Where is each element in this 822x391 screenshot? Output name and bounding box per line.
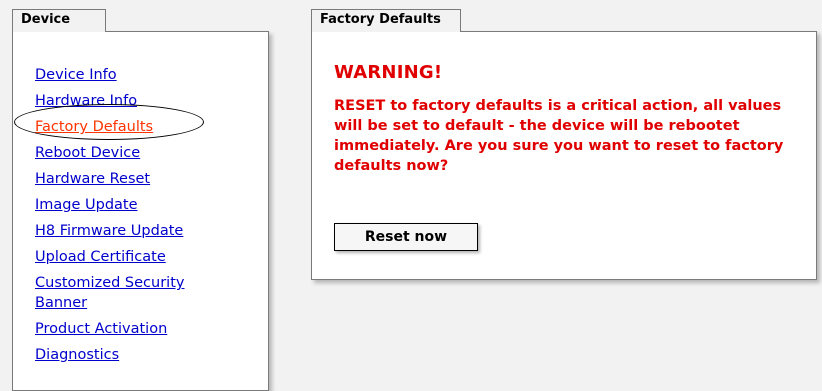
tab-factory-defaults-label: Factory Defaults (320, 12, 441, 27)
device-menu: Device Info Hardware Info Factory Defaul… (35, 62, 235, 368)
menu-link-diagnostics[interactable]: Diagnostics (35, 342, 235, 368)
reset-now-button[interactable]: Reset now (334, 223, 478, 251)
tab-device[interactable]: Device (12, 9, 106, 32)
menu-link-hardware-info[interactable]: Hardware Info (35, 88, 235, 114)
factory-defaults-panel: WARNING! RESET to factory defaults is a … (311, 31, 817, 280)
menu-link-image-update[interactable]: Image Update (35, 192, 235, 218)
menu-link-reboot-device[interactable]: Reboot Device (35, 140, 235, 166)
menu-link-device-info[interactable]: Device Info (35, 62, 235, 88)
device-menu-panel: Device Info Hardware Info Factory Defaul… (12, 31, 269, 391)
tab-factory-defaults[interactable]: Factory Defaults (311, 9, 461, 32)
tab-device-label: Device (21, 12, 71, 27)
warning-title: WARNING! (334, 62, 443, 83)
menu-link-hardware-reset[interactable]: Hardware Reset (35, 166, 235, 192)
warning-message: RESET to factory defaults is a critical … (334, 98, 784, 174)
menu-link-factory-defaults[interactable]: Factory Defaults (35, 114, 235, 140)
menu-link-product-activation[interactable]: Product Activation (35, 316, 235, 342)
menu-link-customized-security-banner[interactable]: Customized Security Banner (35, 270, 235, 316)
menu-link-upload-certificate[interactable]: Upload Certificate (35, 244, 235, 270)
menu-link-h8-firmware-update[interactable]: H8 Firmware Update (35, 218, 235, 244)
